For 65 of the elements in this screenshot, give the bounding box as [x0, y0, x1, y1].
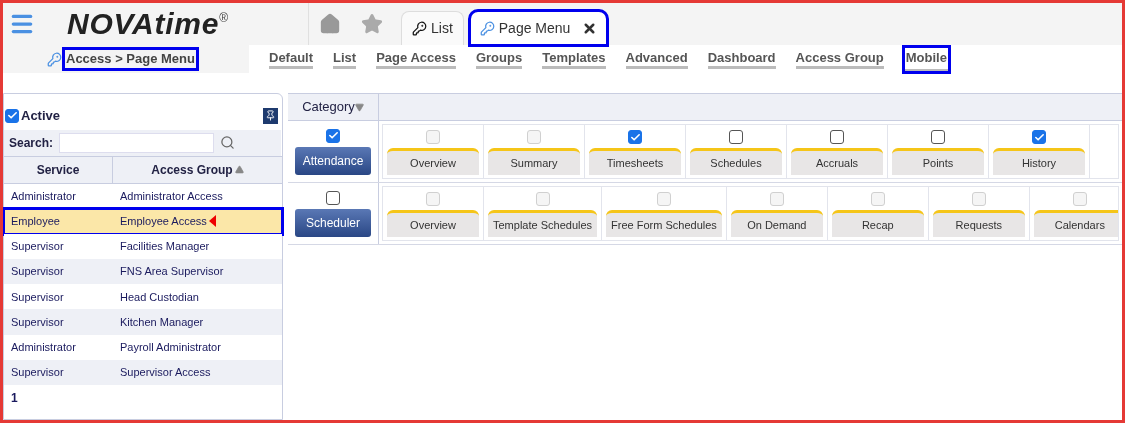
- key-icon: [479, 20, 495, 36]
- table-row[interactable]: Supervisor FNS Area Supervisor: [4, 259, 282, 285]
- checkbox[interactable]: [628, 130, 642, 144]
- key-icon: [412, 21, 427, 36]
- page-number[interactable]: 1: [4, 385, 282, 407]
- nav-link[interactable]: Access Group: [795, 49, 884, 69]
- column-header[interactable]: Category: [288, 94, 379, 120]
- checkbox[interactable]: [326, 190, 340, 205]
- page-tab[interactable]: Accruals: [791, 148, 883, 175]
- table-cell-text: Administrator Access: [119, 188, 224, 204]
- checkbox[interactable]: [830, 130, 844, 144]
- dropdown-icon: [354, 102, 364, 112]
- category-button[interactable]: Attendance: [295, 146, 371, 175]
- table-row[interactable]: Supervisor Kitchen Manager: [4, 309, 282, 335]
- table-cell-text: Supervisor: [10, 365, 65, 381]
- page-tab[interactable]: Timesheets: [589, 148, 681, 175]
- key-icon: [47, 51, 62, 67]
- table-row[interactable]: Supervisor Supervisor Access: [4, 359, 282, 385]
- checkbox[interactable]: [729, 130, 743, 144]
- nav-link[interactable]: Groups: [475, 49, 523, 69]
- search-label: Search:: [9, 134, 54, 152]
- search-icon[interactable]: [220, 135, 236, 150]
- column-header[interactable]: Access Group: [113, 156, 282, 183]
- tab[interactable]: List: [401, 11, 464, 45]
- table-cell-text: Facilities Manager: [119, 239, 211, 255]
- checkbox[interactable]: [326, 128, 340, 143]
- nav-link[interactable]: Dashboard: [707, 49, 776, 69]
- nav-link[interactable]: List: [333, 49, 357, 69]
- page-tab[interactable]: Schedules: [690, 148, 782, 175]
- table-cell-text: Supervisor: [10, 289, 65, 305]
- nav-link[interactable]: Advanced: [625, 49, 688, 69]
- table-cell-text: Head Custodian: [119, 289, 200, 305]
- table-cell-text: Supervisor Access: [119, 365, 212, 381]
- tab[interactable]: Page Menu: [469, 11, 608, 45]
- table-cell-text: Administrator: [10, 188, 77, 204]
- table-cell-text: Payroll Administrator: [119, 339, 222, 355]
- checkbox-label: Active: [21, 107, 61, 125]
- home-icon[interactable]: [319, 13, 341, 35]
- logo: NOVAtime®: [67, 9, 228, 39]
- pin-button[interactable]: [263, 107, 278, 124]
- table-cell-text: Administrator: [10, 339, 77, 355]
- table-cell-text: Kitchen Manager: [119, 314, 205, 330]
- pointer-icon: [208, 215, 216, 228]
- category-button[interactable]: Scheduler: [295, 208, 371, 237]
- table-cell-text: Employee: [10, 214, 61, 230]
- table-row[interactable]: Employee Employee Access: [4, 208, 282, 234]
- checkbox[interactable]: [931, 130, 945, 144]
- star-icon[interactable]: [361, 13, 383, 35]
- table-cell: Employee Access: [113, 213, 282, 230]
- nav-link[interactable]: Mobile: [903, 46, 949, 72]
- table-cell-text: FNS Area Supervisor: [119, 264, 225, 280]
- table-cell-text: Supervisor: [10, 239, 65, 255]
- nav-link[interactable]: Default: [269, 49, 314, 69]
- breadcrumb: Access > Page Menu: [64, 49, 197, 69]
- page-tab[interactable]: History: [993, 148, 1085, 175]
- table-cell-text: Supervisor: [10, 264, 65, 280]
- checkbox[interactable]: [1032, 130, 1046, 144]
- sort-icon: [234, 165, 244, 174]
- column-header[interactable]: Service: [4, 156, 113, 183]
- search-field[interactable]: [59, 132, 215, 153]
- page-tab[interactable]: Points: [892, 148, 984, 175]
- nav-link[interactable]: Page Access: [376, 49, 456, 69]
- nav-link[interactable]: Templates: [542, 49, 606, 69]
- checkbox[interactable]: [5, 108, 19, 123]
- table-cell-text: Supervisor: [10, 314, 65, 330]
